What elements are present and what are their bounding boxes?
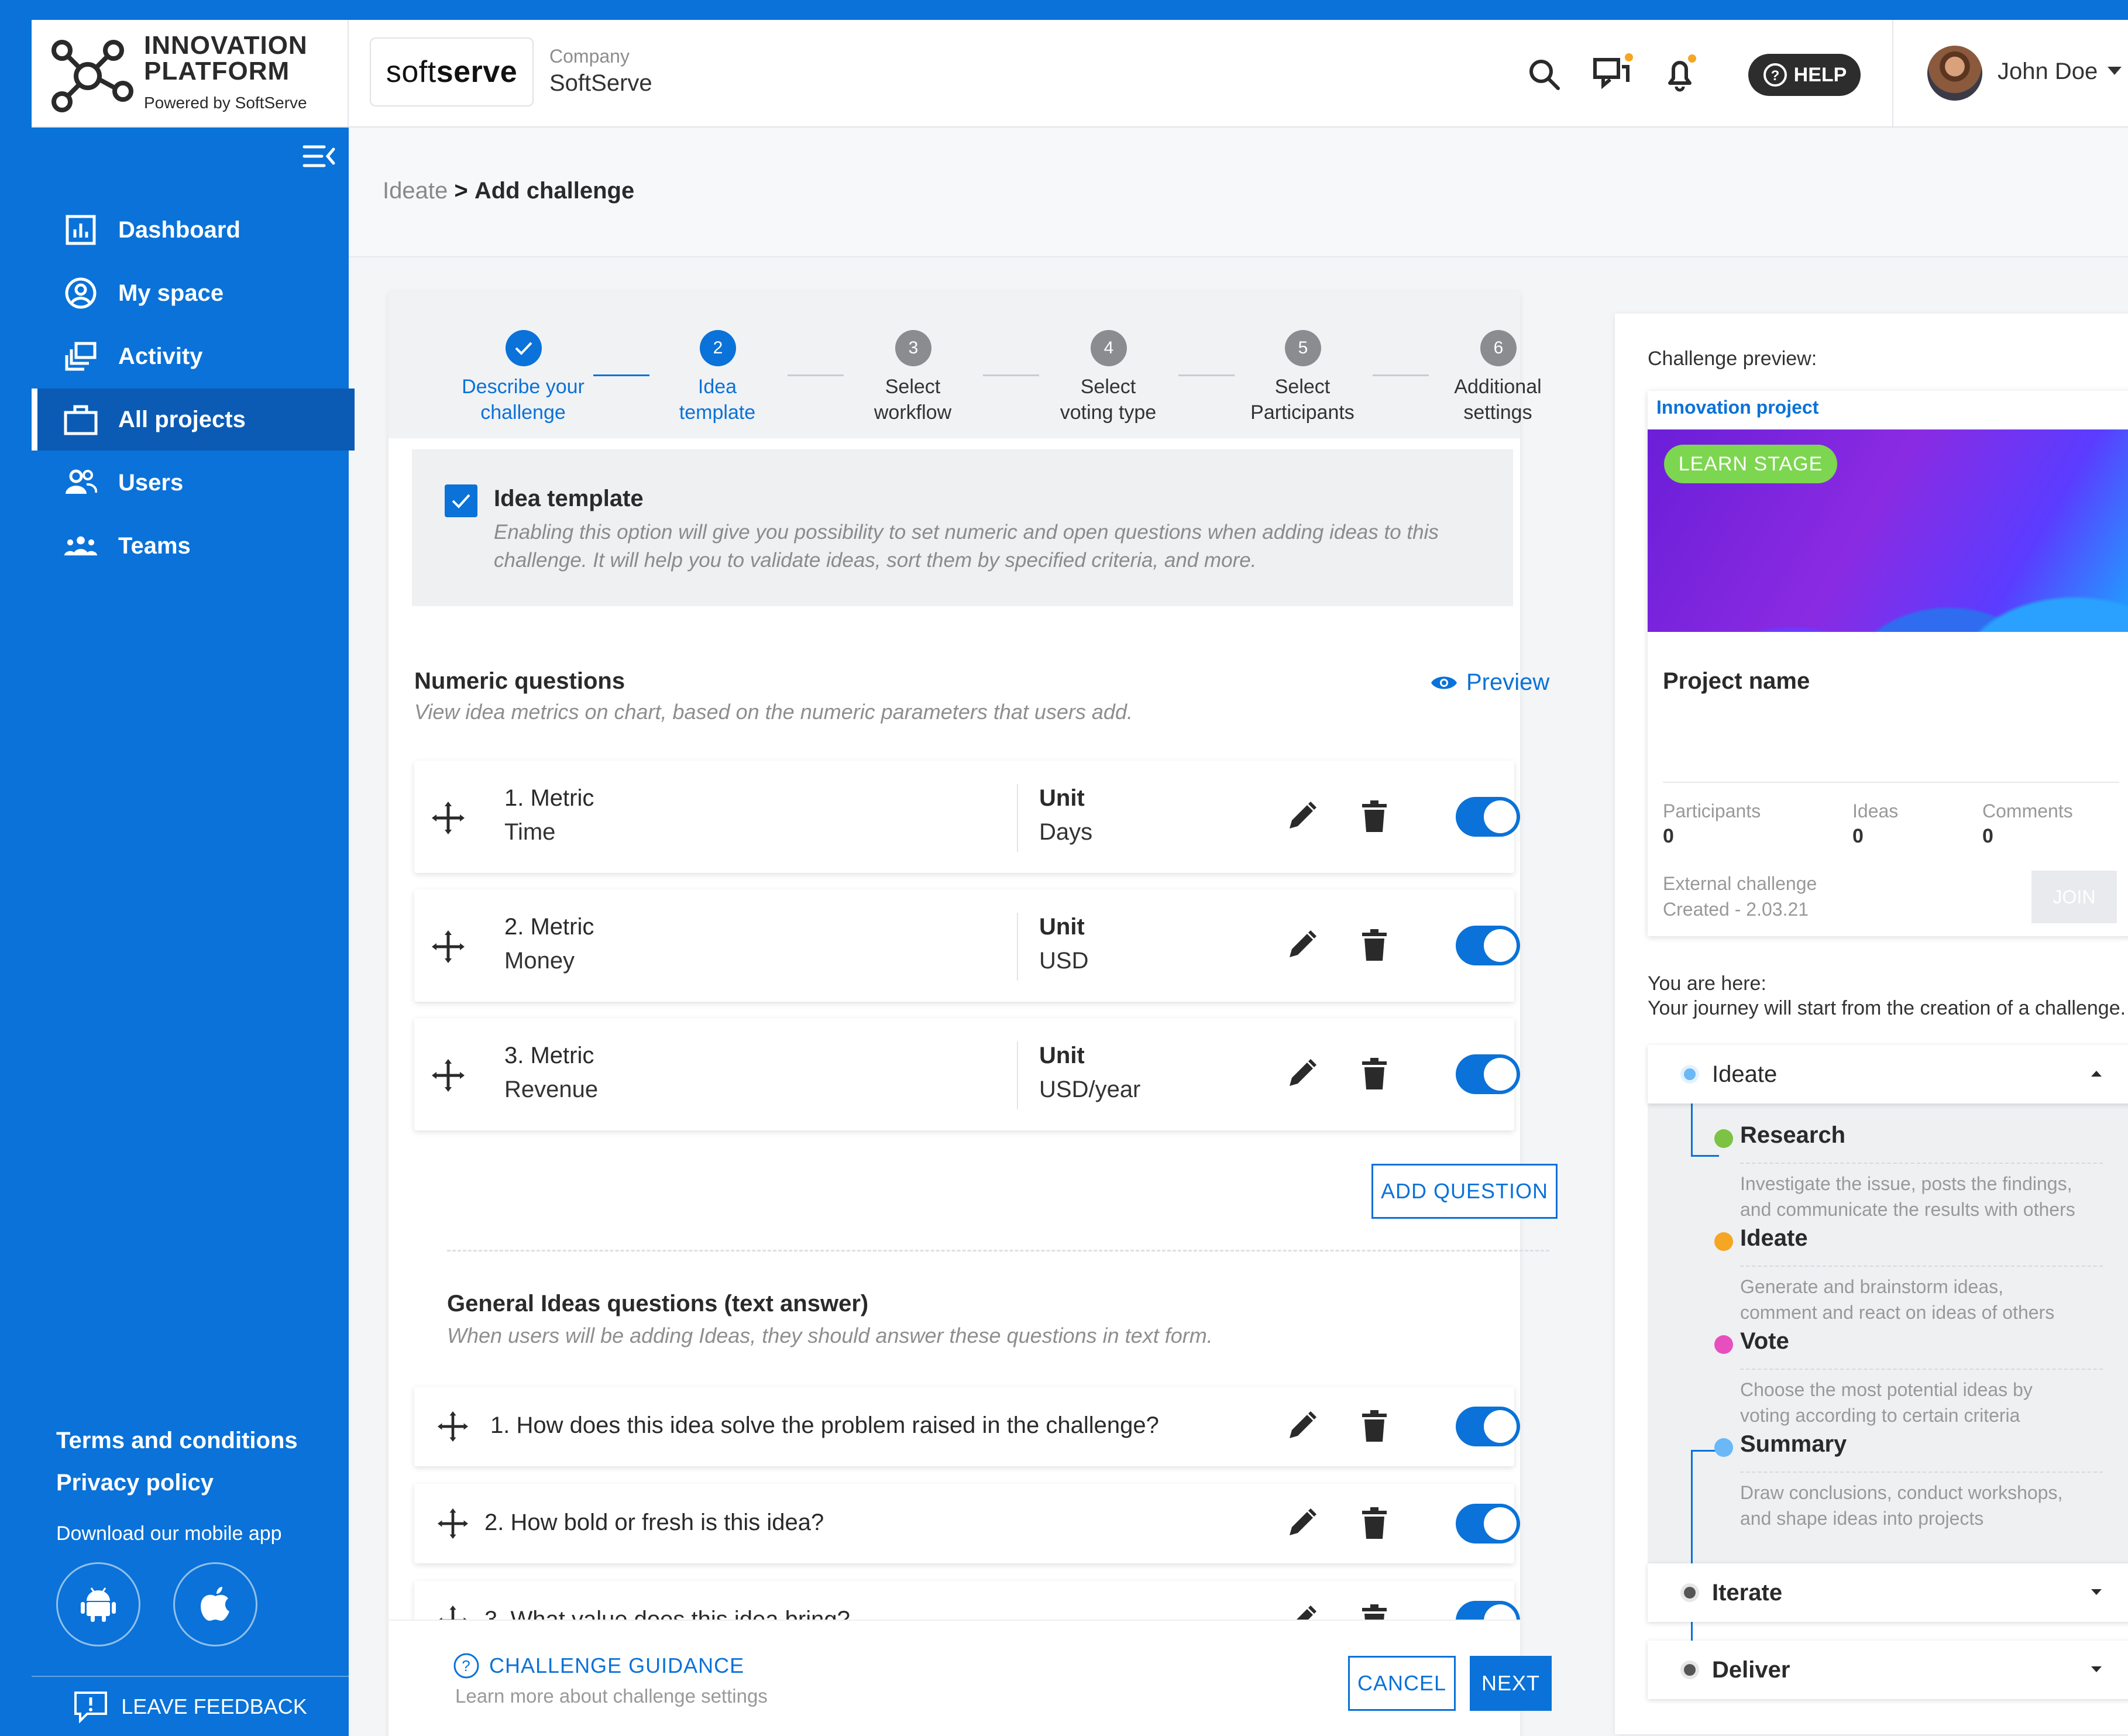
general-question-text: 2. How bold or fresh is this idea?: [484, 1510, 824, 1535]
edit-pencil-icon[interactable]: [1285, 1410, 1318, 1443]
general-question-row: 2. How bold or fresh is this idea?: [414, 1484, 1520, 1563]
drag-handle-icon[interactable]: [438, 1411, 468, 1442]
drag-handle-icon[interactable]: [438, 1508, 468, 1539]
user-name[interactable]: John Doe: [1998, 59, 2098, 85]
stat-label-comments: Comments: [1982, 800, 2073, 821]
svg-text:?: ?: [1771, 68, 1779, 84]
trash-icon[interactable]: [1360, 1604, 1389, 1620]
substage-dot: [1714, 1438, 1733, 1457]
stage-dot: [1684, 1068, 1696, 1080]
help-label: HELP: [1793, 63, 1847, 86]
join-button[interactable]: JOIN: [2031, 871, 2117, 923]
substage-dot: [1714, 1232, 1733, 1251]
messages-button[interactable]: [1589, 50, 1636, 97]
stage-dot: [1684, 1664, 1696, 1676]
stage-iterate[interactable]: Iterate: [1648, 1563, 2128, 1622]
help-button[interactable]: ? HELP: [1748, 54, 1861, 96]
you-are-here-title: You are here:: [1648, 972, 1766, 995]
question-circle-icon: ?: [453, 1653, 479, 1679]
general-question-row: 3. What value does this idea bring?: [414, 1581, 1520, 1620]
substage-vote: Vote Choose the most potential ideas by v…: [1714, 1328, 2103, 1428]
leave-feedback-button[interactable]: LEAVE FEEDBACK: [32, 1676, 349, 1736]
substage-title: Summary: [1740, 1431, 1847, 1457]
substage-dot: [1714, 1129, 1733, 1148]
chevron-down-icon[interactable]: [2091, 1666, 2102, 1672]
created-date: Created - 2.03.21: [1663, 899, 1809, 920]
general-question-row: 1. How does this idea solve the problem …: [414, 1387, 1520, 1466]
stage-ideate[interactable]: Ideate: [1648, 1045, 2128, 1104]
stat-label-participants: Participants: [1663, 800, 1761, 821]
substage-research: Research Investigate the issue, posts th…: [1714, 1122, 2103, 1222]
next-button[interactable]: NEXT: [1470, 1656, 1552, 1711]
stage-dot: [1684, 1587, 1696, 1599]
substage-title: Research: [1740, 1122, 1846, 1148]
question-toggle[interactable]: [1456, 1504, 1520, 1544]
stat-label-ideas: Ideas: [1852, 800, 1899, 821]
header-divider: [1892, 20, 1893, 128]
substage-description: Investigate the issue, posts the finding…: [1740, 1163, 2103, 1222]
top-strip: [0, 0, 2128, 20]
svg-text:?: ?: [462, 1657, 470, 1675]
notifications-button[interactable]: [1657, 50, 1704, 97]
substage-title: Vote: [1740, 1328, 1789, 1354]
drag-handle-icon[interactable]: [438, 1606, 468, 1620]
substage-description: Generate and brainstorm ideas, comment an…: [1740, 1266, 2103, 1325]
feedback-label: LEAVE FEEDBACK: [121, 1694, 307, 1718]
app-window: INNOVATION PLATFORM Powered by SoftServe…: [32, 20, 2128, 1736]
card-divider: [1663, 782, 2119, 783]
chevron-down-icon[interactable]: [2091, 1589, 2102, 1595]
substage-title: Ideate: [1740, 1225, 1808, 1251]
general-question-text: 3. What value does this idea bring?: [484, 1607, 850, 1620]
challenge-guidance-link[interactable]: ? CHALLENGE GUIDANCE: [453, 1652, 744, 1679]
edit-pencil-icon[interactable]: [1285, 1604, 1318, 1620]
question-toggle[interactable]: [1456, 1601, 1520, 1620]
substage-summary: Summary Draw conclusions, conduct worksh…: [1714, 1431, 2103, 1531]
general-questions-list: 1. How does this idea solve the problem …: [32, 20, 1520, 1620]
stage-badge: LEARN STAGE: [1664, 445, 1837, 483]
stat-value-participants: 0: [1663, 825, 1674, 847]
edit-pencil-icon[interactable]: [1285, 1507, 1318, 1540]
challenge-preview-label: Challenge preview:: [1648, 348, 1817, 370]
stage-title: Ideate: [1712, 1061, 1778, 1087]
general-question-text: 1. How does this idea solve the problem …: [490, 1412, 1159, 1438]
trash-icon[interactable]: [1360, 1507, 1389, 1540]
substage-description: Draw conclusions, conduct workshops, and …: [1740, 1472, 2103, 1531]
you-are-here-subtitle: Your journey will start from the creatio…: [1648, 997, 2126, 1019]
stat-value-ideas: 0: [1852, 825, 1864, 847]
substage-ideate: Ideate Generate and brainstorm ideas, com…: [1714, 1225, 2103, 1325]
trash-icon[interactable]: [1360, 1410, 1389, 1443]
question-circle-icon: ?: [1763, 63, 1787, 87]
substage-description: Choose the most potential ideas by voting…: [1740, 1369, 2103, 1428]
stage-deliver[interactable]: Deliver: [1648, 1641, 2128, 1699]
stage-title: Iterate: [1712, 1580, 1783, 1606]
stat-value-comments: 0: [1982, 825, 1993, 847]
user-avatar[interactable]: [1927, 46, 1982, 101]
question-toggle[interactable]: [1456, 1407, 1520, 1446]
feedback-icon: [74, 1691, 108, 1723]
journey-line: [1691, 1155, 1719, 1157]
external-challenge-label: External challenge: [1663, 873, 1817, 894]
bell-icon: [1668, 54, 1696, 92]
chevron-up-icon[interactable]: [2091, 1071, 2102, 1077]
search-icon: [1529, 60, 1560, 90]
substage-dot: [1714, 1335, 1733, 1354]
project-name: Project name: [1663, 668, 1810, 694]
guidance-label: CHALLENGE GUIDANCE: [489, 1654, 745, 1677]
search-button[interactable]: [1524, 54, 1565, 95]
guidance-subtitle: Learn more about challenge settings: [455, 1685, 768, 1707]
chevron-down-icon[interactable]: [2108, 67, 2122, 75]
chat-icon: [1593, 53, 1633, 90]
project-type: Innovation project: [1656, 397, 1819, 418]
stage-title: Deliver: [1712, 1657, 1790, 1683]
cancel-button[interactable]: CANCEL: [1348, 1656, 1456, 1711]
